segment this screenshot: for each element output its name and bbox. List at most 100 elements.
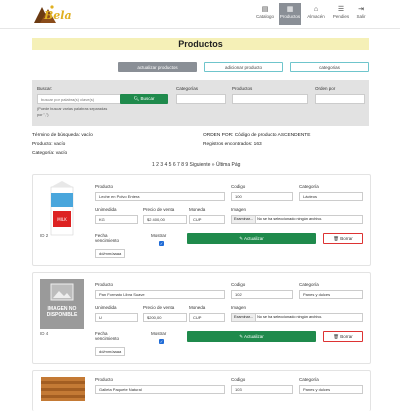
browse-button[interactable]: Examinar... [232, 216, 256, 223]
products-select[interactable] [232, 94, 308, 104]
book-icon: ▤ [261, 6, 269, 13]
trash-icon: 🗑︎ [333, 334, 339, 339]
search-hint-1: (Puede buscar varias palabras separadas [37, 107, 108, 111]
unit-label: Unimedida [95, 305, 117, 310]
expiry-label: Fecha vencimiento [95, 233, 120, 243]
logout-icon: ⇥ [358, 6, 364, 13]
expiry-label: Fecha vencimiento [95, 331, 120, 341]
product-card: MILK ID 2 Producto Leche en Polvo Entera… [32, 174, 371, 266]
update-products-button[interactable]: actualizar productos [118, 62, 197, 72]
top-navbar: Bela ▤ Catalogo ▦ Productos ⌂ Almacén ☰ … [0, 0, 400, 29]
category-info: Categoría: vacío [32, 151, 68, 156]
product-info: Producto: vacío [32, 142, 66, 147]
image-file-input[interactable]: Examinar... No se ha seleccionado ningún… [231, 215, 363, 224]
price-field[interactable]: $200,00 [143, 313, 187, 322]
code-field[interactable]: 100 [231, 192, 293, 201]
products-filter-label: Productos [232, 86, 253, 91]
product-name-label: Producto [95, 184, 114, 189]
expiry-date-field[interactable]: dd/mm/aaaa [95, 249, 125, 258]
unit-field[interactable]: U [95, 313, 138, 322]
show-label: Mostrar [151, 233, 167, 238]
search-button[interactable]: 🔍︎ Buscar [120, 94, 168, 104]
category-field[interactable]: Panes y dulces [299, 385, 363, 394]
currency-field[interactable]: CUP [189, 313, 225, 322]
svg-text:MILK: MILK [57, 217, 67, 222]
currency-label: Moneda [189, 207, 206, 212]
category-label: Categoría [299, 282, 319, 287]
file-status: No se ha seleccionado ningún archivo. [257, 315, 323, 319]
show-checkbox[interactable]: ✓ [159, 241, 164, 246]
search-term-info: Término de búsqueda: vacío [32, 133, 93, 138]
delete-product-button[interactable]: 🗑︎ Borrar [323, 233, 363, 244]
currency-field[interactable]: CUP [189, 215, 225, 224]
product-name-field[interactable]: Pan Formato Libra Suave [95, 290, 225, 299]
price-label: Precio de venta [143, 305, 175, 310]
category-label: Categoría [299, 184, 319, 189]
product-name-label: Producto [95, 282, 114, 287]
category-label: Categoría [299, 377, 319, 382]
product-name-label: Producto [95, 377, 114, 382]
nav-catalogo[interactable]: ▤ Catalogo [254, 3, 276, 25]
image-label: Imagen [231, 305, 247, 310]
code-label: Codigo [231, 282, 246, 287]
records-info: Registros encontrados: 163 [203, 142, 262, 147]
browse-button[interactable]: Examinar... [232, 314, 256, 321]
edit-icon: ✎ [239, 334, 243, 339]
unit-label: Unimedida [95, 207, 117, 212]
currency-label: Moneda [189, 305, 206, 310]
edit-icon: ✎ [239, 236, 243, 241]
search-hint-2: por ",") [37, 113, 49, 117]
show-checkbox[interactable]: ✓ [159, 339, 164, 344]
nav-salir[interactable]: ⇥ Salir [350, 3, 372, 25]
search-icon: 🔍︎ [133, 96, 140, 101]
expiry-date-field[interactable]: dd/mm/aaaa [95, 347, 125, 356]
show-label: Mostrar [151, 331, 167, 336]
category-field[interactable]: Lácteos [299, 192, 363, 201]
no-image-placeholder: IMAGEN NO DISPONIBLE [40, 279, 84, 329]
category-field[interactable]: Panes y dulces [299, 290, 363, 299]
box-icon: ▦ [286, 6, 294, 13]
delete-product-button[interactable]: 🗑︎ Borrar [323, 331, 363, 342]
image-file-input[interactable]: Examinar... No se ha seleccionado ningún… [231, 313, 363, 322]
order-info: ORDEN POR: Código de producto ASCENDENTE [203, 133, 311, 138]
nav-label: Salir [356, 14, 366, 19]
product-name-field[interactable]: Leche en Polvo Entera [95, 192, 225, 201]
order-label: Orden por [315, 86, 336, 91]
categories-button[interactable]: categorias [290, 62, 369, 72]
svg-text:Bela: Bela [43, 9, 72, 22]
list-icon: ☰ [337, 6, 345, 13]
nav-label: Almacén [307, 14, 325, 19]
order-select[interactable] [315, 94, 365, 104]
update-product-button[interactable]: ✎ Actualizar [187, 331, 316, 342]
product-image-bread [41, 377, 85, 401]
nav-productos[interactable]: ▦ Productos [279, 3, 301, 25]
product-id: ID 2 [40, 233, 49, 238]
price-field[interactable]: $2 400,00 [143, 215, 187, 224]
product-name-field[interactable]: Galleta Paquete Natural [95, 385, 225, 394]
brand-logo[interactable]: Bela [30, 3, 82, 25]
price-label: Precio de venta [143, 207, 175, 212]
search-panel: Buscar: 🔍︎ Buscar (Puede buscar varias p… [32, 80, 369, 126]
categories-select[interactable] [176, 94, 226, 104]
nav-label: Productos [279, 14, 301, 19]
image-placeholder-icon [50, 283, 74, 301]
image-label: Imagen [231, 207, 247, 212]
product-card: IMAGEN NO DISPONIBLE ID 4 Producto Pan F… [32, 272, 371, 364]
nav-pendies[interactable]: ☰ Pendies [330, 3, 352, 25]
nav-label: Catalogo [255, 14, 274, 19]
nav-almacen[interactable]: ⌂ Almacén [305, 3, 327, 25]
code-field[interactable]: 102 [231, 290, 293, 299]
nav-label: Pendies [332, 14, 350, 19]
pagination[interactable]: 1 2 3 4 5 6 7 8 9 Siguiente » Última Pág [152, 162, 240, 168]
code-label: Codigo [231, 377, 246, 382]
categories-filter-label: Categorías [176, 86, 199, 91]
code-field[interactable]: 103 [231, 385, 293, 394]
update-product-button[interactable]: ✎ Actualizar [187, 233, 316, 244]
search-label: Buscar: [37, 86, 53, 91]
code-label: Codigo [231, 184, 246, 189]
no-image-text-2: DISPONIBLE [46, 312, 78, 318]
product-id: ID 4 [40, 331, 49, 336]
file-status: No se ha seleccionado ningún archivo. [257, 217, 323, 221]
unit-field[interactable]: KG [95, 215, 138, 224]
add-product-button[interactable]: adicionar producto [204, 62, 283, 72]
